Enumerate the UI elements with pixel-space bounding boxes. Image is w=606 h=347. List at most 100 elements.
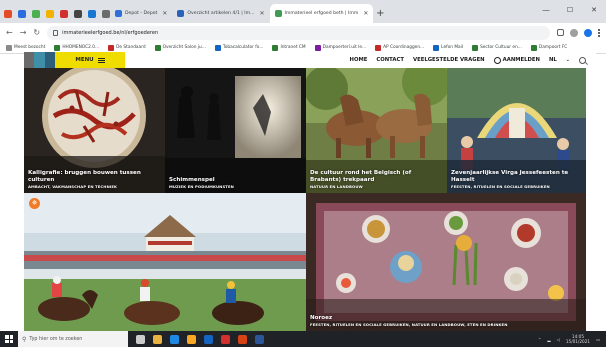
close-tab-icon[interactable]: ✕ (363, 10, 368, 17)
bookmark-label: HHOMENOC2.0... (62, 45, 100, 50)
browser-toolbar: ← → ↻ immaterieelerfgoed.be/nl/erfgoeder… (0, 23, 606, 42)
pinned-tab-favicon-icon[interactable] (18, 9, 26, 18)
taskbar-app-icon[interactable] (170, 334, 179, 344)
bookmark-item[interactable]: Dampoerterl.uit le... (314, 44, 367, 51)
tab-overzicht[interactable]: Overzicht artikelen 4/1 | Im... ✕ (172, 4, 269, 23)
close-tab-icon[interactable]: ✕ (162, 10, 167, 17)
minimize-icon[interactable]: ― (534, 0, 558, 20)
windows-logo-icon (5, 335, 13, 343)
profile-avatar[interactable] (584, 28, 592, 37)
taskbar-app-icon[interactable] (136, 334, 145, 344)
language-select[interactable]: NL (549, 57, 557, 63)
date-text: 15/01/2021 (565, 339, 591, 344)
card-title: Noroez (310, 314, 333, 321)
bookmark-item[interactable]: Sector Cultuur en... (472, 44, 522, 51)
clock[interactable]: 14:05 15/01/2021 (566, 334, 590, 344)
card-noroez[interactable]: Noroez FEESTEN, RITUELEN EN SOCIALE GEBR… (306, 193, 586, 331)
volume-icon[interactable]: ◁ (557, 337, 560, 342)
tray-chevron-icon[interactable]: ⌃ (538, 337, 542, 342)
start-button[interactable] (0, 331, 18, 347)
bookmark-item[interactable]: HHOMENOC2.0... (54, 44, 100, 51)
heritage-grid: Kalligrafie: bruggen bouwen tussen cultu… (24, 68, 586, 331)
bookmark-label: AP Coordinaggen... (383, 45, 425, 50)
new-tab-button[interactable]: + (373, 4, 387, 23)
card-title: Zevenjaarlijkse Virga Jessefeesten te Ha… (451, 170, 569, 183)
hamburger-icon (97, 57, 105, 63)
nav-contact[interactable]: CONTACT (376, 57, 404, 63)
menu-button[interactable]: MENU (55, 52, 125, 68)
bookmark-label: De Standaard (116, 45, 146, 50)
bookmark-label: Dampoerterl.uit le... (322, 45, 367, 50)
pinned-tab-favicon-icon[interactable] (4, 9, 12, 18)
extension-icon[interactable] (570, 28, 578, 37)
bookmark-label: Intranet CM (280, 45, 306, 50)
taskbar-app-icon[interactable] (255, 334, 264, 344)
bookmark-item[interactable]: Tobacalculator fo... (214, 44, 263, 51)
taskbar-app-icon[interactable] (153, 334, 162, 344)
logo-stripe (44, 52, 55, 68)
close-window-icon[interactable]: ✕ (582, 0, 606, 20)
bookmark-item[interactable]: De Standaard (108, 44, 146, 51)
back-icon[interactable]: ← (6, 28, 13, 37)
bookmark-item[interactable]: Intranet CM (272, 44, 306, 51)
tab-favicon-icon (177, 10, 185, 17)
card-caption: Noroez FEESTEN, RITUELEN EN SOCIALE GEBR… (310, 315, 582, 327)
pinned-tab-favicon-icon[interactable] (46, 9, 54, 18)
logo-stripe (34, 52, 45, 68)
bookmark-favicon-icon (472, 44, 479, 51)
user-icon (493, 56, 501, 64)
card-caption: Kalligrafie: bruggen bouwen tussen cultu… (28, 170, 161, 189)
pinned-tab-favicon-icon[interactable] (32, 9, 40, 18)
star-icon[interactable] (557, 29, 564, 36)
card-horse-race[interactable]: ✵ (24, 193, 306, 331)
bookmark-item[interactable]: AP Coordinaggen... (375, 44, 425, 51)
pinned-tab-favicon-icon[interactable] (88, 9, 96, 18)
card-kalligrafie[interactable]: Kalligrafie: bruggen bouwen tussen cultu… (24, 68, 165, 193)
card-virga-jesse[interactable]: Zevenjaarlijkse Virga Jessefeesten te Ha… (447, 68, 586, 193)
star-badge-icon: ✵ (29, 198, 40, 209)
login-link[interactable]: AANMELDEN (493, 56, 540, 64)
menu-dots-icon[interactable] (598, 28, 600, 37)
search-icon[interactable] (579, 56, 586, 64)
taskbar-app-icon[interactable] (187, 334, 196, 344)
pinned-tab-favicon-icon[interactable] (60, 9, 68, 18)
bookmark-item[interactable]: Overzicht Salon ju... (154, 44, 206, 51)
close-tab-icon[interactable]: ✕ (260, 10, 265, 17)
tab-depot[interactable]: Depot - Depot ✕ (110, 4, 172, 23)
taskbar-app-icon[interactable] (238, 334, 247, 344)
card-schimmenspel[interactable]: Schimmenspel MUZIEK EN PODIUMKUNSTEN (165, 68, 306, 193)
reload-icon[interactable]: ↻ (33, 28, 40, 37)
bookmark-favicon-icon (433, 44, 440, 51)
card-caption: Zevenjaarlijkse Virga Jessefeesten te Ha… (451, 170, 582, 189)
notification-icon[interactable]: ▭ (596, 337, 600, 342)
tab-immaterieel-erfgoed[interactable]: Immaterieel erfgoed beth | Imm ✕ (269, 4, 374, 23)
nav-home[interactable]: HOME (350, 57, 368, 63)
card-category: MUZIEK EN PODIUMKUNSTEN (169, 184, 234, 189)
forward-icon[interactable]: → (20, 28, 27, 37)
tab-favicon-icon (115, 10, 122, 17)
bookmark-item[interactable]: Lefon Mail (433, 44, 463, 51)
card-trekpaard[interactable]: De cultuur rond het Belgisch (of Brabant… (306, 68, 447, 193)
logo-stripe (24, 52, 35, 68)
address-bar[interactable]: immaterieelerfgoed.be/nl/erfgoederen (47, 25, 550, 40)
network-icon[interactable]: ▂ (547, 337, 550, 342)
bookmark-item[interactable]: Dampoort FC (530, 44, 568, 51)
pinned-tab-favicon-icon[interactable] (74, 9, 82, 18)
nav-faq[interactable]: VEELGESTELDE VRAGEN (413, 57, 485, 63)
pinned-tab-favicon-icon[interactable] (102, 9, 110, 18)
bookmark-item[interactable]: Meest bezocht (6, 44, 46, 51)
card-title: Schimmenspel (169, 176, 215, 183)
maximize-icon[interactable]: ☐ (558, 0, 582, 20)
taskbar-search-box[interactable]: ⚲ Typ hier om te zoeken (18, 331, 128, 347)
site-logo[interactable] (24, 52, 55, 68)
bookmark-label: Meest bezocht (14, 45, 46, 50)
taskbar-app-icon[interactable] (204, 334, 213, 344)
card-caption: Schimmenspel MUZIEK EN PODIUMKUNSTEN (169, 177, 302, 189)
lock-icon (53, 29, 59, 36)
url-text: immaterieelerfgoed.be/nl/erfgoederen (62, 29, 159, 36)
bookmark-label: Overzicht Salon ju... (162, 45, 206, 50)
bookmark-favicon-icon (108, 44, 115, 51)
bookmark-label: Dampoort FC (538, 45, 568, 50)
pinned-tabs (0, 4, 110, 23)
taskbar-app-icon[interactable] (221, 334, 230, 344)
